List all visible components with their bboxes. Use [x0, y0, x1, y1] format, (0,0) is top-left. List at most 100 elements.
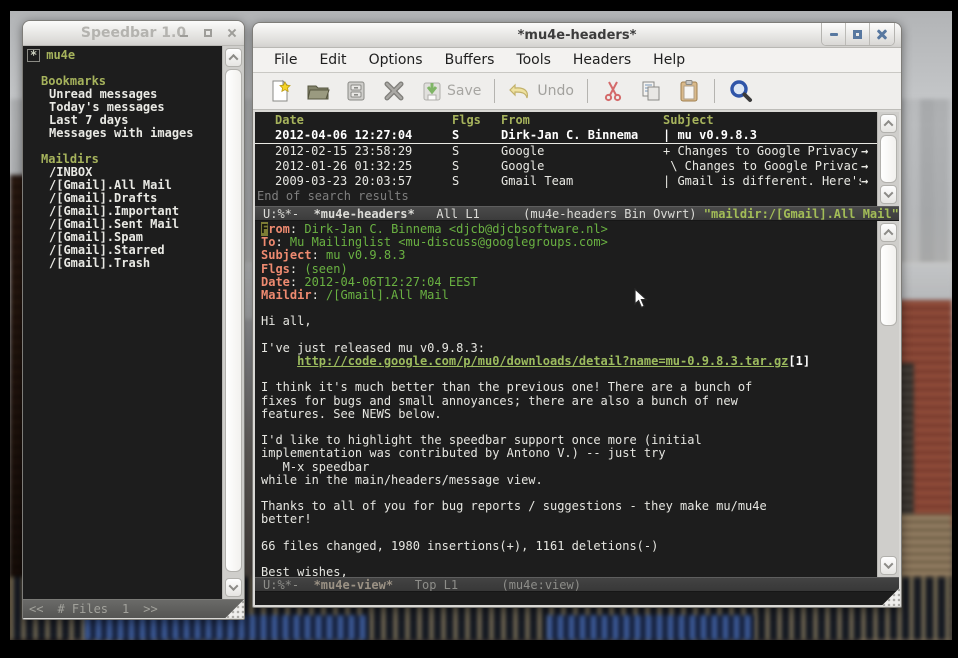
close-icon[interactable]	[870, 23, 894, 45]
body-line: 66 files changed, 1980 insertions(+), 11…	[261, 540, 877, 553]
modeline-modes[interactable]: (mu4e-headers Bin Ovwrt)	[523, 207, 696, 221]
copy-button[interactable]	[632, 77, 670, 105]
scroll-up-icon[interactable]	[880, 114, 897, 133]
menu-edit[interactable]: Edit	[308, 50, 357, 70]
echo-area[interactable]	[255, 592, 899, 605]
scroll-up-icon[interactable]	[225, 48, 242, 67]
save-icon	[420, 79, 444, 103]
scroll-up-icon[interactable]	[880, 223, 897, 242]
mu4e-headers-pane: Date Flgs From Subject 2012-04-06 12:27:…	[255, 112, 899, 206]
speedbar-scrollbar[interactable]	[222, 46, 244, 599]
new-file-button[interactable]	[261, 77, 299, 105]
speedbar-status-left[interactable]: <<	[29, 602, 43, 616]
field-maildir: Maildir: /[Gmail].All Mail	[261, 289, 877, 302]
speedbar-status-files-label: # Files	[57, 602, 108, 616]
open-folder-button[interactable]	[299, 77, 337, 105]
modeline-position: All L1	[436, 207, 479, 221]
release-download-link[interactable]: http://code.google.com/p/mu0/downloads/d…	[297, 354, 788, 368]
cut-scissors-icon	[601, 79, 625, 103]
scroll-down-icon[interactable]	[225, 578, 242, 597]
truncation-arrow-icon: →	[861, 144, 877, 159]
modeline-modes[interactable]: (mu4e:view)	[501, 578, 580, 592]
link-footnote-ref: [1]	[788, 354, 810, 368]
emacs-frame: Date Flgs From Subject 2012-04-06 12:27:…	[255, 112, 899, 605]
speedbar-content: *mu4e Bookmarks Unread messages Today's …	[23, 46, 222, 599]
save-file-button[interactable]	[337, 77, 375, 105]
menu-buffers[interactable]: Buffers	[434, 50, 506, 70]
message-scrollbar[interactable]	[877, 221, 899, 577]
emacs-resize-grip[interactable]	[881, 587, 900, 606]
minimize-icon[interactable]	[178, 27, 190, 39]
column-flgs[interactable]: Flgs	[452, 113, 501, 128]
column-from[interactable]: From	[501, 113, 663, 128]
toolbar: Save Undo	[253, 73, 901, 110]
modeline-search-query: "maildir:/[Gmail].All Mail"	[704, 207, 899, 221]
speedbar-status-count: 1	[122, 602, 129, 616]
toolbar-separator	[494, 79, 495, 103]
body-line	[261, 302, 877, 315]
emacs-window-controls	[821, 23, 895, 46]
close-icon[interactable]	[226, 27, 238, 39]
menu-options[interactable]: Options	[358, 50, 434, 70]
speedbar-statusbar: << # Files 1 >>	[23, 599, 244, 618]
scroll-down-icon[interactable]	[880, 185, 897, 204]
headers-column-row: Date Flgs From Subject	[255, 113, 877, 128]
open-folder-icon	[306, 79, 330, 103]
body-line: Hi all,	[261, 315, 877, 328]
paste-button[interactable]	[670, 77, 708, 105]
speedbar-maildir-trash[interactable]: /[Gmail].Trash	[27, 257, 222, 270]
scroll-down-icon[interactable]	[880, 556, 897, 575]
modeline-headers: U:%*- *mu4e-headers* All L1 (mu4e-header…	[255, 206, 899, 221]
menu-headers[interactable]: Headers	[562, 50, 642, 70]
headers-scroll-track[interactable]	[880, 135, 897, 183]
speedbar-status-right[interactable]: >>	[143, 602, 157, 616]
column-subject[interactable]: Subject	[663, 113, 861, 128]
undo-icon	[508, 79, 534, 103]
search-icon	[728, 78, 754, 104]
body-line	[261, 553, 877, 566]
body-line: Best wishes,	[261, 566, 877, 577]
undo-button[interactable]: Undo	[501, 77, 581, 105]
emacs-titlebar[interactable]: *mu4e-headers*	[253, 23, 901, 48]
new-file-icon	[268, 79, 292, 103]
message-scroll-thumb[interactable]	[880, 244, 897, 326]
message-row[interactable]: 2009-03-23 20:03:57 S Gmail Team | Gmail…	[255, 174, 877, 189]
maximize-icon[interactable]	[846, 23, 870, 45]
speedbar-titlebar[interactable]: Speedbar 1.0	[23, 21, 244, 46]
speedbar-scroll-track[interactable]	[225, 69, 242, 576]
message-scroll-track[interactable]	[880, 244, 897, 554]
save-button[interactable]: Save	[413, 77, 488, 105]
speedbar-window: Speedbar 1.0 *mu4e Bookmarks Unread mess…	[22, 20, 245, 620]
maximize-icon[interactable]	[202, 27, 214, 39]
menu-file[interactable]: File	[263, 50, 308, 70]
body-line: features. See NEWS below.	[261, 408, 877, 421]
menubar: File Edit Options Buffers Tools Headers …	[253, 48, 901, 73]
copy-icon	[639, 79, 663, 103]
body-line: implementation was contributed by Antono…	[261, 447, 877, 460]
modeline-status: U:%*-	[263, 578, 299, 592]
menu-help[interactable]: Help	[642, 50, 696, 70]
headers-scrollbar[interactable]	[877, 112, 899, 206]
column-date[interactable]: Date	[275, 113, 452, 128]
delete-button[interactable]	[375, 77, 413, 105]
minimize-icon[interactable]	[822, 23, 846, 45]
truncation-arrow-icon: →	[861, 174, 877, 189]
menu-tools[interactable]: Tools	[505, 50, 562, 70]
speedbar-root-mu4e[interactable]: *mu4e	[27, 49, 222, 62]
message-row[interactable]: 2012-01-26 01:32:25 S Google \ Changes t…	[255, 159, 877, 174]
cut-button[interactable]	[594, 77, 632, 105]
speedbar-window-controls	[178, 21, 238, 45]
message-row[interactable]: 2012-02-15 23:58:29 S Google + Changes t…	[255, 144, 877, 159]
speedbar-window-title: Speedbar 1.0	[81, 25, 186, 41]
speedbar-resize-grip[interactable]	[225, 599, 244, 618]
undo-button-label: Undo	[537, 83, 574, 99]
save-file-icon	[344, 79, 368, 103]
headers-scroll-thumb[interactable]	[880, 135, 897, 183]
speedbar-bookmark-images[interactable]: Messages with images	[27, 127, 222, 140]
message-row-selected[interactable]: 2012-04-06 12:27:04 S Dirk-Jan C. Binnem…	[255, 128, 877, 144]
paste-clipboard-icon	[677, 79, 701, 103]
body-line: fixes for bugs and small annoyances; the…	[261, 395, 877, 408]
speedbar-scroll-thumb[interactable]	[225, 69, 242, 572]
search-button[interactable]	[721, 76, 761, 106]
modeline-buffer-name: *mu4e-view*	[314, 578, 393, 592]
